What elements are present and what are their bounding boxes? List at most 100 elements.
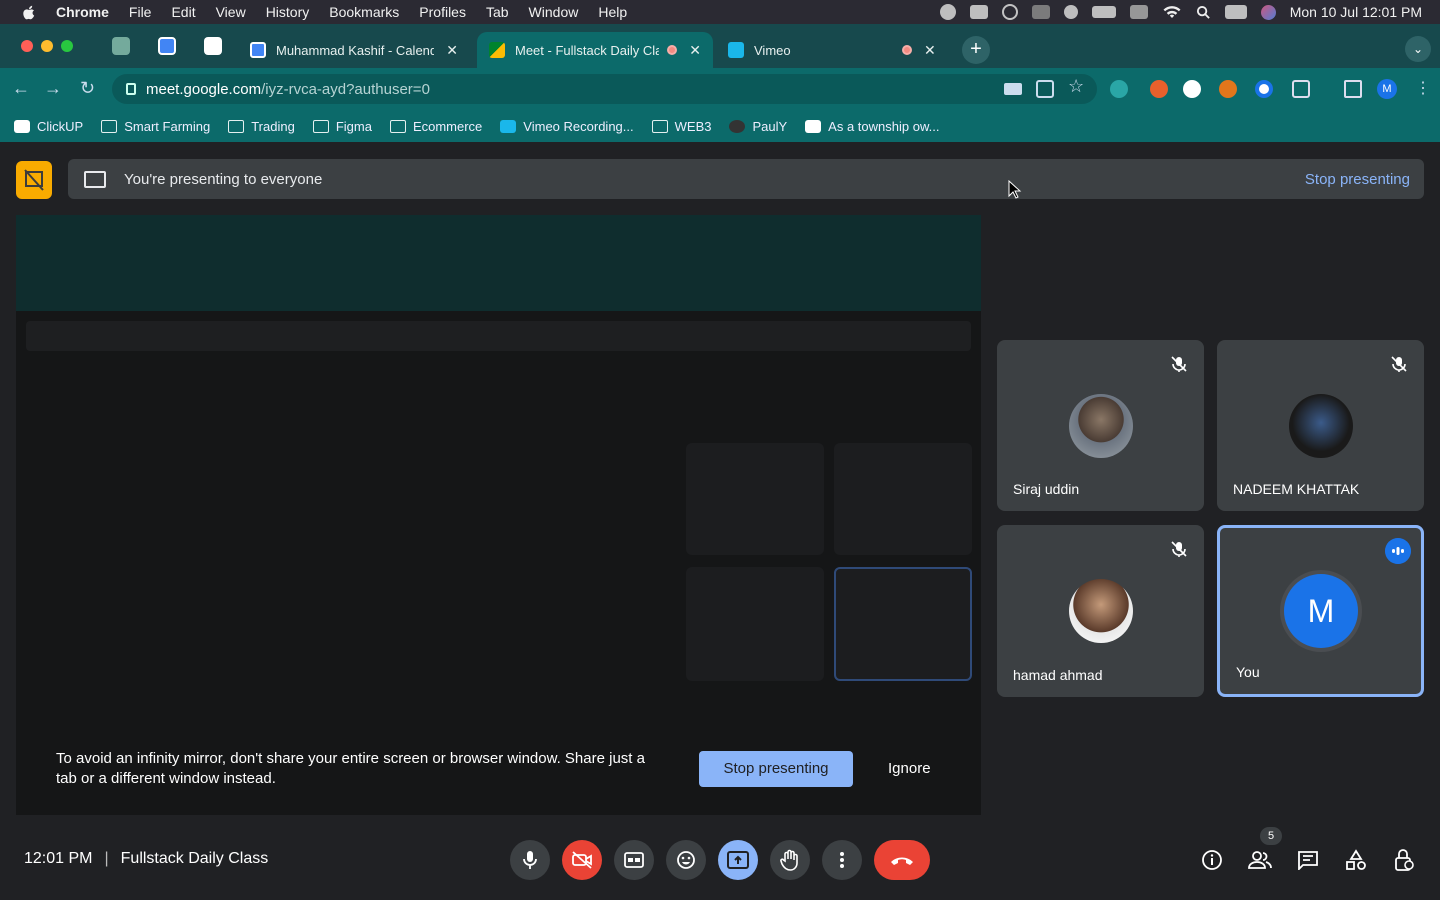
bookmark-web3[interactable]: WEB3: [651, 119, 711, 134]
url-host: meet.google.com: [146, 80, 262, 98]
pinned-tab-clickup-icon[interactable]: [204, 37, 222, 55]
participant-tile-you[interactable]: M You: [1217, 525, 1424, 697]
camera-permission-icon[interactable]: [1004, 83, 1022, 95]
moon-icon[interactable]: [1063, 5, 1078, 19]
meeting-details-button[interactable]: [1200, 848, 1224, 872]
participant-tile-nadeem[interactable]: NADEEM KHATTAK: [1217, 340, 1424, 511]
more-options-button[interactable]: [822, 840, 862, 880]
bookmark-ecommerce[interactable]: Ecommerce: [389, 119, 482, 134]
menu-bookmarks[interactable]: Bookmarks: [329, 4, 399, 20]
mirror-banner: [26, 321, 971, 351]
extension-4-icon[interactable]: [1255, 80, 1273, 98]
extensions-puzzle-icon[interactable]: [1292, 80, 1310, 98]
close-window-button[interactable]: [21, 40, 33, 52]
status-checkmark-icon[interactable]: [939, 4, 956, 20]
bookmark-label: Trading: [251, 118, 295, 134]
keyboard-icon[interactable]: [1129, 5, 1148, 19]
siri-icon[interactable]: [1260, 4, 1276, 20]
more-menu-icon[interactable]: ⋮: [1415, 78, 1431, 98]
participant-tile-hamad[interactable]: hamad ahmad: [997, 525, 1204, 697]
participant-avatar: [1069, 579, 1133, 643]
address-bar[interactable]: meet.google.com/iyz-rvca-ayd?authuser=0: [112, 74, 1097, 104]
menu-tab[interactable]: Tab: [486, 4, 509, 20]
tab-title: Vimeo: [754, 42, 791, 58]
new-tab-button[interactable]: +: [962, 36, 990, 64]
bookmark-star-icon[interactable]: ☆: [1068, 76, 1086, 96]
meeting-time: 12:01 PM: [24, 850, 93, 867]
reload-icon[interactable]: ↻: [80, 78, 95, 99]
extension-1-icon[interactable]: [1110, 80, 1128, 98]
participant-count-badge: 5: [1260, 827, 1282, 845]
pinned-tab-chatgpt-icon[interactable]: [112, 37, 130, 55]
audio-level-icon: [1385, 538, 1411, 564]
menu-window[interactable]: Window: [529, 4, 579, 20]
mic-off-icon: [1391, 356, 1407, 372]
participant-name: You: [1236, 664, 1260, 680]
banner-stop-presenting-button[interactable]: Stop presenting: [1305, 171, 1410, 188]
folder-icon: [101, 119, 118, 133]
side-panel-icon[interactable]: [1344, 80, 1362, 98]
menu-app-name[interactable]: Chrome: [56, 4, 109, 20]
menu-clock[interactable]: Mon 10 Jul 12:01 PM: [1290, 4, 1422, 20]
extension-3-icon[interactable]: [1183, 80, 1201, 98]
reactions-button[interactable]: [666, 840, 706, 880]
back-arrow-icon[interactable]: ←: [12, 78, 30, 99]
tab-title: Muhammad Kashif - Calendar: [276, 42, 435, 58]
metamask-icon[interactable]: [1219, 80, 1237, 98]
profile-avatar[interactable]: M: [1377, 79, 1397, 99]
ignore-button[interactable]: Ignore: [888, 760, 931, 777]
menu-file[interactable]: File: [129, 4, 152, 20]
bookmark-trading[interactable]: Trading: [228, 119, 295, 134]
status-app-icon[interactable]: [969, 5, 988, 19]
tab-meet[interactable]: Meet - Fullstack Daily Class ✕: [477, 32, 713, 68]
menu-history[interactable]: History: [266, 4, 310, 20]
presentation-icon[interactable]: [16, 161, 52, 199]
leave-call-button[interactable]: [874, 840, 930, 880]
close-tab-icon[interactable]: ✕: [924, 42, 936, 59]
apple-icon[interactable]: [20, 3, 38, 21]
raise-hand-button[interactable]: [770, 840, 810, 880]
bookmark-figma[interactable]: Figma: [312, 119, 372, 134]
lock-icon[interactable]: [126, 83, 136, 95]
menu-help[interactable]: Help: [598, 4, 627, 20]
microphone-button[interactable]: [510, 840, 550, 880]
share-icon[interactable]: [1036, 80, 1054, 98]
captions-button[interactable]: [614, 840, 654, 880]
tab-search-chevron-icon[interactable]: ⌄: [1405, 36, 1431, 62]
closed-captions-icon: [624, 852, 644, 868]
bookmark-smart-farming[interactable]: Smart Farming: [101, 119, 210, 134]
forward-arrow-icon[interactable]: →: [44, 78, 62, 99]
zoom-window-button[interactable]: [61, 40, 73, 52]
menu-view[interactable]: View: [216, 4, 246, 20]
minimize-window-button[interactable]: [41, 40, 53, 52]
status-screen-icon[interactable]: [1031, 5, 1050, 19]
bookmark-vimeo-recording[interactable]: Vimeo Recording...: [500, 119, 634, 134]
close-tab-icon[interactable]: ✕: [446, 42, 458, 59]
menu-profiles[interactable]: Profiles: [419, 4, 466, 20]
bookmark-clickup[interactable]: ClickUP: [14, 119, 83, 134]
spotlight-search-icon[interactable]: [1196, 5, 1211, 20]
menu-edit[interactable]: Edit: [171, 4, 195, 20]
wifi-icon[interactable]: [1162, 4, 1182, 20]
stop-presenting-button[interactable]: Stop presenting: [699, 751, 853, 787]
participant-tile-siraj[interactable]: Siraj uddin: [997, 340, 1204, 511]
chat-button[interactable]: [1296, 848, 1320, 872]
control-center-icon[interactable]: [1224, 5, 1247, 19]
present-now-button[interactable]: [718, 840, 758, 880]
extension-2-icon[interactable]: [1150, 80, 1168, 98]
tab-calendar[interactable]: Muhammad Kashif - Calendar ✕: [238, 32, 470, 68]
camera-button[interactable]: [562, 840, 602, 880]
bookmark-township[interactable]: As a township ow...: [805, 119, 939, 134]
recording-indicator-icon: [902, 45, 912, 55]
people-button[interactable]: [1248, 848, 1272, 872]
status-record-icon[interactable]: [1001, 4, 1018, 20]
close-tab-icon[interactable]: ✕: [689, 42, 701, 59]
tab-vimeo[interactable]: Vimeo ✕: [716, 32, 948, 68]
participant-avatar: [1289, 394, 1353, 458]
chat-icon: [1298, 851, 1318, 870]
battery-icon[interactable]: [1091, 6, 1116, 18]
host-controls-button[interactable]: [1392, 848, 1416, 872]
bookmark-pauly[interactable]: PaulY: [729, 119, 787, 134]
activities-button[interactable]: [1344, 848, 1368, 872]
pinned-tab-calendar-icon[interactable]: [158, 37, 176, 55]
